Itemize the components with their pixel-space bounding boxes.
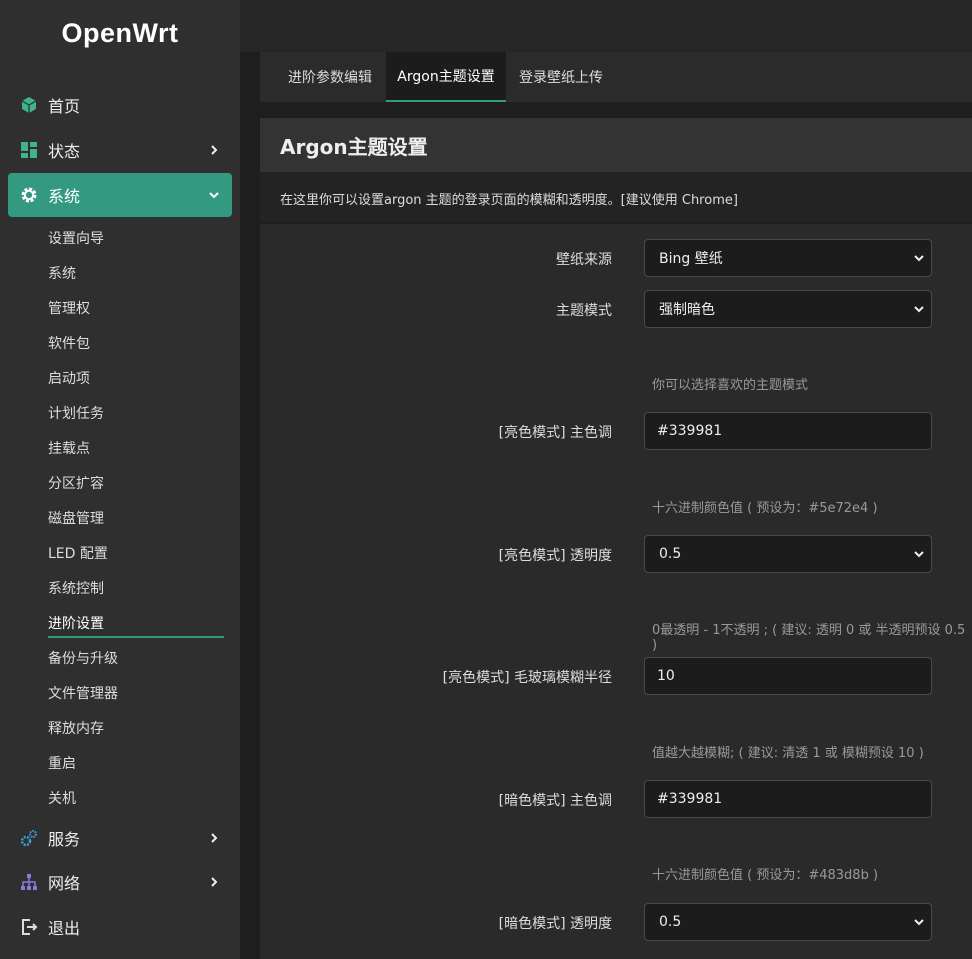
section-description: 在这里你可以设置argon 主题的登录页面的模糊和透明度。[建议使用 Chrom… bbox=[280, 193, 738, 208]
nav-network-label: 网络 bbox=[48, 874, 81, 893]
light-transparency-select[interactable]: 0.5 bbox=[644, 535, 932, 573]
nav-network[interactable]: 网络 bbox=[8, 860, 232, 904]
submenu-item[interactable]: 软件包 bbox=[48, 333, 90, 353]
wallpaper-source-label: 壁纸来源 bbox=[556, 252, 612, 268]
theme-mode-label: 主题模式 bbox=[556, 303, 612, 319]
cube-icon bbox=[20, 96, 38, 114]
light-primary-input[interactable]: #339981 bbox=[644, 412, 932, 450]
wallpaper-source-select[interactable]: Bing 壁纸 bbox=[644, 239, 932, 277]
section-description-box: 在这里你可以设置argon 主题的登录页面的模糊和透明度。[建议使用 Chrom… bbox=[260, 172, 972, 222]
dark-transparency-value: 0.5 bbox=[659, 914, 682, 930]
nav-services-label: 服务 bbox=[48, 830, 81, 849]
nav-logout-label: 退出 bbox=[48, 919, 81, 938]
dark-primary-input[interactable]: #339981 bbox=[644, 780, 932, 818]
nav-logout[interactable]: 退出 bbox=[8, 905, 232, 949]
submenu-item[interactable]: 释放内存 bbox=[48, 718, 104, 738]
chevron-down-icon bbox=[913, 240, 925, 276]
submenu-item[interactable]: 设置向导 bbox=[48, 228, 104, 248]
theme-mode-hint: 你可以选择喜欢的主题模式 bbox=[652, 378, 809, 393]
nav-home[interactable]: 首页 bbox=[8, 83, 232, 127]
submenu-item[interactable]: 挂载点 bbox=[48, 438, 90, 458]
chevron-down-icon bbox=[913, 291, 925, 327]
dark-transparency-select[interactable]: 0.5 bbox=[644, 903, 932, 941]
brand-logo: OpenWrt bbox=[61, 18, 179, 48]
gear-icon bbox=[20, 186, 38, 204]
active-submenu-indicator bbox=[48, 636, 224, 638]
tab-login-wallpaper[interactable]: 登录壁纸上传 bbox=[506, 52, 616, 102]
light-transparency-hint: 0最透明 - 1不透明 ; ( 建议: 透明 0 或 半透明预设 0.5 ) bbox=[652, 623, 966, 653]
settings-form bbox=[260, 224, 972, 959]
chevron-right-icon bbox=[206, 830, 222, 846]
nav-services[interactable]: 服务 bbox=[8, 816, 232, 860]
chevron-down-icon bbox=[206, 187, 222, 203]
chevron-right-icon bbox=[206, 142, 222, 158]
dark-transparency-label: [暗色模式] 透明度 bbox=[498, 916, 612, 932]
nav-system[interactable]: 系统 bbox=[8, 173, 232, 217]
submenu-item[interactable]: 文件管理器 bbox=[48, 683, 118, 703]
wallpaper-source-value: Bing 壁纸 bbox=[659, 251, 723, 267]
submenu-item[interactable]: LED 配置 bbox=[48, 543, 108, 563]
theme-mode-select[interactable]: 强制暗色 bbox=[644, 290, 932, 328]
dark-primary-hint: 十六进制颜色值 ( 预设为：#483d8b ) bbox=[652, 868, 879, 883]
submenu-item[interactable]: 分区扩容 bbox=[48, 473, 104, 493]
network-icon bbox=[20, 873, 38, 891]
light-primary-hint: 十六进制颜色值 ( 预设为：#5e72e4 ) bbox=[652, 501, 878, 516]
light-primary-label: [亮色模式] 主色调 bbox=[498, 425, 612, 441]
submenu-item[interactable]: 磁盘管理 bbox=[48, 508, 104, 528]
nav-status[interactable]: 状态 bbox=[8, 128, 232, 172]
submenu-item[interactable]: 关机 bbox=[48, 788, 76, 808]
light-transparency-value: 0.5 bbox=[659, 546, 682, 562]
tab-argon-settings[interactable]: Argon主题设置 bbox=[386, 52, 506, 102]
light-transparency-label: [亮色模式] 透明度 bbox=[498, 548, 612, 564]
submenu-item[interactable]: 计划任务 bbox=[48, 403, 104, 423]
top-bar bbox=[240, 0, 972, 52]
chevron-right-icon bbox=[206, 874, 222, 890]
dark-primary-label: [暗色模式] 主色调 bbox=[498, 793, 612, 809]
cogs-icon bbox=[20, 829, 38, 847]
section-header: Argon主题设置 bbox=[260, 118, 972, 172]
nav-status-label: 状态 bbox=[48, 142, 81, 161]
light-blur-label: [亮色模式] 毛玻璃模糊半径 bbox=[442, 670, 612, 686]
nav-system-label: 系统 bbox=[48, 187, 81, 206]
submenu-item[interactable]: 系统 bbox=[48, 263, 76, 283]
submenu-item-active[interactable]: 进阶设置 bbox=[48, 613, 104, 633]
submenu-item[interactable]: 重启 bbox=[48, 753, 76, 773]
submenu-item[interactable]: 备份与升级 bbox=[48, 648, 118, 668]
chevron-down-icon bbox=[913, 536, 925, 572]
dashboard-icon bbox=[20, 141, 38, 159]
theme-mode-value: 强制暗色 bbox=[659, 302, 715, 318]
sidebar: OpenWrt 首页 状态 系统 设置向导 系统 管理权 软件包 启动项 计划任… bbox=[0, 0, 240, 959]
light-blur-hint: 值越大越模糊; ( 建议: 清透 1 或 模糊预设 10 ) bbox=[652, 746, 924, 761]
chevron-down-icon bbox=[913, 904, 925, 940]
logout-icon bbox=[20, 918, 38, 936]
tab-bar: 进阶参数编辑 Argon主题设置 登录壁纸上传 bbox=[260, 52, 972, 102]
nav-home-label: 首页 bbox=[48, 97, 81, 116]
submenu-item[interactable]: 系统控制 bbox=[48, 578, 104, 598]
submenu-item[interactable]: 启动项 bbox=[48, 368, 90, 388]
submenu-item[interactable]: 管理权 bbox=[48, 298, 90, 318]
light-blur-input[interactable]: 10 bbox=[644, 657, 932, 695]
tab-advanced-params[interactable]: 进阶参数编辑 bbox=[274, 52, 386, 102]
page-title: Argon主题设置 bbox=[280, 135, 428, 159]
